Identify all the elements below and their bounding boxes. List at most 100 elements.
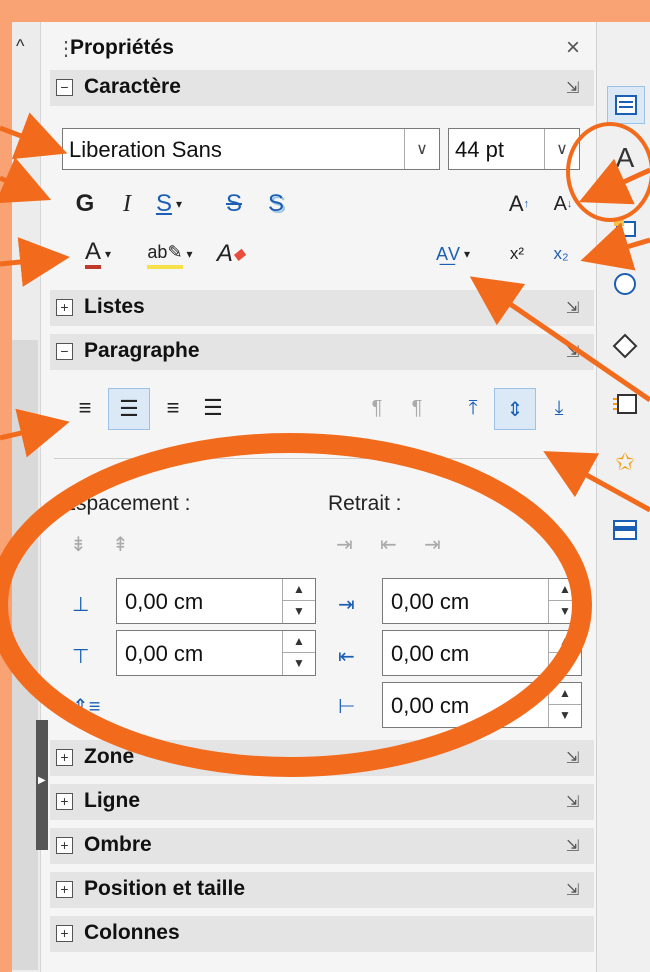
character-spacing-button[interactable]: A͟V ▾ xyxy=(420,236,486,272)
top-border xyxy=(0,0,650,22)
spin-down-icon[interactable]: ▼ xyxy=(549,653,581,674)
section-paragraphe[interactable]: − Paragraphe ⇲ xyxy=(50,334,594,370)
more-options-icon[interactable]: ⇲ xyxy=(566,342,579,362)
spin-down-icon[interactable]: ▼ xyxy=(283,653,315,674)
section-caractere[interactable]: − Caractère ⇲ xyxy=(50,70,594,106)
section-zone[interactable]: + Zone ⇲ xyxy=(50,740,594,776)
decrease-spacing-icon[interactable]: ⇞ xyxy=(112,532,129,557)
slide-transition-tab-icon[interactable] xyxy=(607,512,643,548)
after-text-indent-icon: ⇤ xyxy=(338,646,355,668)
align-center-icon[interactable]: ☰ xyxy=(108,388,150,430)
first-line-indent-value: 0,00 cm xyxy=(391,693,470,718)
spin-up-icon[interactable]: ▲ xyxy=(283,579,315,601)
animation-tab-icon[interactable]: ✩ xyxy=(607,444,643,480)
bold-button[interactable]: G xyxy=(70,186,100,222)
align-middle-icon[interactable]: ⇕ xyxy=(494,388,536,430)
below-paragraph-icon: ⊤ xyxy=(72,646,90,668)
navigator-tab-icon[interactable] xyxy=(607,266,643,302)
spin-down-icon[interactable]: ▼ xyxy=(283,601,315,622)
scroll-up-icon[interactable]: ^ xyxy=(16,36,24,57)
spacing-label: Espacement : xyxy=(62,492,191,515)
section-ombre[interactable]: + Ombre ⇲ xyxy=(50,828,594,864)
chevron-down-icon[interactable]: ∨ xyxy=(544,129,579,169)
increase-font-icon[interactable]: A ↑ xyxy=(504,186,534,222)
master-slides-tab-icon[interactable] xyxy=(607,386,643,422)
above-spacing-stepper[interactable]: 0,00 cm ▲ ▼ xyxy=(116,578,316,624)
more-options-icon[interactable]: ⇲ xyxy=(566,792,579,812)
hanging-indent-icon[interactable]: ⇥ xyxy=(424,532,441,557)
section-colonnes[interactable]: + Colonnes xyxy=(50,916,594,952)
gallery-tab-icon[interactable] xyxy=(607,210,643,246)
highlight-color-button[interactable]: ab✎ ▾ xyxy=(138,236,202,272)
above-paragraph-icon: ⊥ xyxy=(72,594,90,616)
spin-down-icon[interactable]: ▼ xyxy=(549,705,581,726)
dropdown-caret-icon[interactable]: ▾ xyxy=(105,247,111,261)
close-icon[interactable]: × xyxy=(566,34,580,62)
ltr-paragraph-icon[interactable]: ¶ xyxy=(362,390,392,426)
more-options-icon[interactable]: ⇲ xyxy=(566,836,579,856)
align-left-icon[interactable]: ≡ xyxy=(70,390,100,426)
justify-icon[interactable]: ☰ xyxy=(198,390,228,426)
rtl-paragraph-icon[interactable]: ¶ xyxy=(402,390,432,426)
align-top-icon[interactable]: ⤒ xyxy=(458,390,488,426)
screenshot-frame: ^ ▶ ⋮ Propriétés × ≡ − Caractère ⇲ Liber… xyxy=(0,0,650,972)
highlighter-icon: ab✎ xyxy=(147,239,183,269)
clear-formatting-icon[interactable]: A ◆ xyxy=(214,236,248,272)
decrease-font-icon[interactable]: A ↓ xyxy=(548,186,578,222)
underline-glyph: S xyxy=(155,190,172,217)
increase-indent-icon[interactable]: ⇥ xyxy=(336,532,353,557)
align-bottom-icon[interactable]: ⤓ xyxy=(544,390,574,426)
spin-up-icon[interactable]: ▲ xyxy=(549,631,581,653)
italic-button[interactable]: I xyxy=(114,186,140,222)
chevron-down-icon[interactable]: ∨ xyxy=(404,129,439,169)
section-listes[interactable]: + Listes ⇲ xyxy=(50,290,594,326)
more-options-icon[interactable]: ⇲ xyxy=(566,298,579,318)
underline-button[interactable]: S ▾ xyxy=(152,186,186,222)
font-color-glyph: A xyxy=(84,239,101,269)
spin-down-icon[interactable]: ▼ xyxy=(549,601,581,622)
scrollbar-thumb[interactable] xyxy=(12,340,38,970)
styles-tab-icon[interactable]: A xyxy=(607,140,643,176)
expand-icon: + xyxy=(56,925,73,942)
first-line-indent-stepper[interactable]: 0,00 cm ▲ ▼ xyxy=(382,682,582,728)
after-indent-value: 0,00 cm xyxy=(391,641,470,666)
more-options-icon[interactable]: ⇲ xyxy=(566,880,579,900)
shapes-tab-icon[interactable] xyxy=(607,328,643,364)
before-indent-stepper[interactable]: 0,00 cm ▲ ▼ xyxy=(382,578,582,624)
dropdown-caret-icon[interactable]: ▾ xyxy=(176,197,182,211)
more-options-icon[interactable]: ⇲ xyxy=(566,748,579,768)
section-label: Listes xyxy=(84,295,145,318)
below-spacing-stepper[interactable]: 0,00 cm ▲ ▼ xyxy=(116,630,316,676)
expand-icon: + xyxy=(56,881,73,898)
font-size-combobox[interactable]: 44 pt ∨ xyxy=(448,128,580,170)
after-indent-stepper[interactable]: 0,00 cm ▲ ▼ xyxy=(382,630,582,676)
shadow-button[interactable]: S xyxy=(262,186,290,222)
font-name-combobox[interactable]: Liberation Sans ∨ xyxy=(62,128,440,170)
before-text-indent-icon: ⇥ xyxy=(338,594,355,616)
dropdown-caret-icon[interactable]: ▾ xyxy=(464,247,470,261)
collapse-arrow-icon: ▶ xyxy=(38,775,46,786)
line-spacing-icon[interactable]: ⇕≡ xyxy=(72,694,100,719)
more-options-icon[interactable]: ⇲ xyxy=(566,78,579,98)
decrease-indent-icon[interactable]: ⇤ xyxy=(380,532,397,557)
superscript-button[interactable]: x² xyxy=(500,236,534,272)
increase-spacing-icon[interactable]: ⇟ xyxy=(70,532,87,557)
below-spacing-value: 0,00 cm xyxy=(125,641,204,666)
subscript-button[interactable]: x₂ xyxy=(544,236,578,272)
collapse-icon: − xyxy=(56,343,73,360)
spin-up-icon[interactable]: ▲ xyxy=(283,631,315,653)
first-line-indent-icon: ⊢ xyxy=(338,696,356,718)
properties-tab-icon[interactable] xyxy=(607,86,645,124)
sidebar-collapse-handle[interactable]: ▶ xyxy=(36,720,48,850)
spin-up-icon[interactable]: ▲ xyxy=(549,579,581,601)
dropdown-caret-icon[interactable]: ▾ xyxy=(187,247,193,261)
section-ligne[interactable]: + Ligne ⇲ xyxy=(50,784,594,820)
expand-icon: + xyxy=(56,299,73,316)
spin-up-icon[interactable]: ▲ xyxy=(549,683,581,705)
divider xyxy=(54,458,594,459)
font-color-button[interactable]: A ▾ xyxy=(68,236,128,272)
sidebar-tab-bar: A ✩ xyxy=(596,22,650,972)
section-position-taille[interactable]: + Position et taille ⇲ xyxy=(50,872,594,908)
align-right-icon[interactable]: ≡ xyxy=(158,390,188,426)
strikethrough-button[interactable]: S xyxy=(220,186,248,222)
